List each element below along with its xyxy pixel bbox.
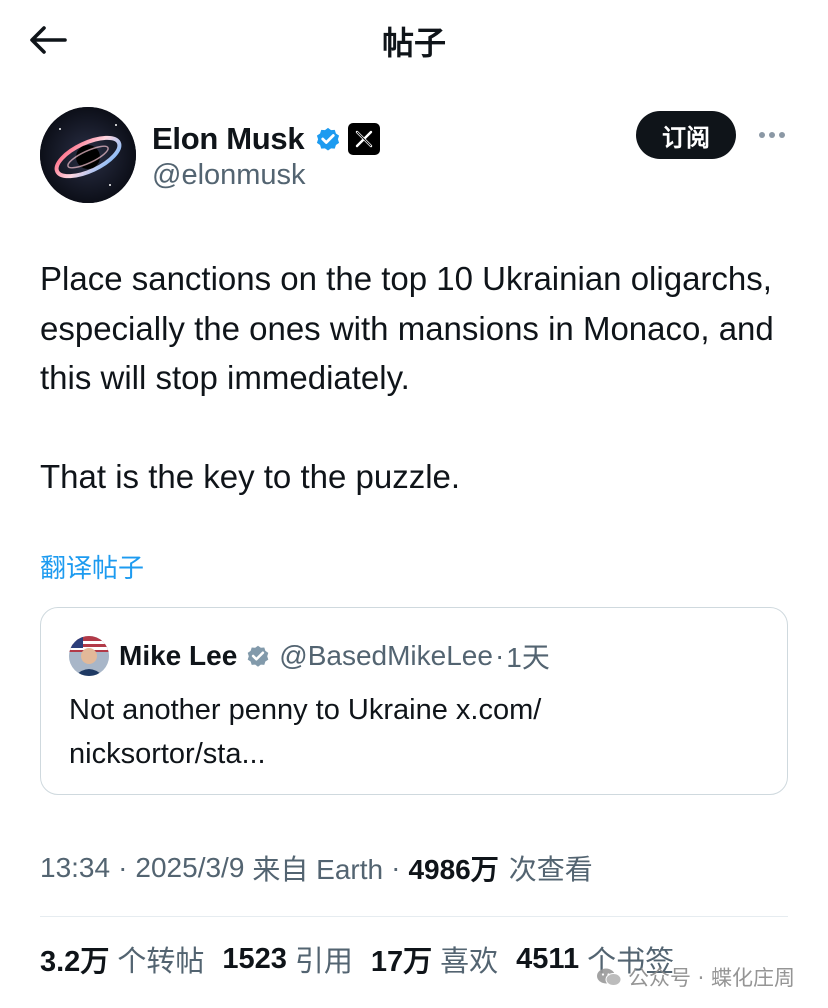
more-options-button[interactable] <box>752 117 792 153</box>
quoted-post-card[interactable]: Mike Lee @BasedMikeLee · 1天 Not another … <box>40 607 788 795</box>
tweet-paragraph: Place sanctions on the top 10 Ukrainian … <box>40 260 774 396</box>
watermark: 公众号 · 蝶化庄周 <box>596 962 795 992</box>
watermark-text: 公众号 · 蝶化庄周 <box>628 966 796 990</box>
author-handle[interactable]: @elonmusk <box>152 159 306 192</box>
author-name[interactable]: Elon Musk <box>152 121 305 157</box>
verified-badge-icon <box>247 645 269 667</box>
likes-label: 喜欢 <box>440 946 499 978</box>
bookmarks-count: 4511 <box>516 942 580 975</box>
top-bar: 帖子 <box>0 0 828 80</box>
quoted-post-text: Not another penny to Ukraine x.com/ nick… <box>69 688 669 776</box>
post-date: 2025/3/9 <box>135 852 245 883</box>
tweet-paragraph: That is the key to the puzzle. <box>40 457 461 495</box>
separator-dot: · <box>118 852 128 883</box>
views-count[interactable]: 4986万 <box>408 848 498 888</box>
quoted-author-name: Mike Lee <box>119 640 238 671</box>
wechat-icon <box>597 968 622 986</box>
post-source: 来自 Earth <box>252 854 384 885</box>
translate-post-link[interactable]: 翻译帖子 <box>40 548 144 585</box>
quotes-stat[interactable]: 1523 引用 <box>222 938 353 980</box>
verified-badge-icon <box>317 127 340 151</box>
quoted-text-line: nicksortor/sta... <box>69 738 266 770</box>
quoted-author-handle: @BasedMikeLee <box>279 640 493 671</box>
more-horizontal-icon <box>759 132 765 138</box>
quoted-text-line: Not another penny to Ukraine x.com/ <box>69 694 542 726</box>
quoted-avatar <box>69 636 109 676</box>
views-label: 次查看 <box>508 854 593 885</box>
reposts-stat[interactable]: 3.2万 个转帖 <box>40 938 204 980</box>
divider <box>40 916 788 917</box>
separator-dot: · <box>494 640 505 671</box>
likes-stat[interactable]: 17万 喜欢 <box>371 938 498 980</box>
likes-count: 17万 <box>370 946 433 978</box>
post-time: 13:34 <box>40 852 111 883</box>
quotes-label: 引用 <box>294 946 353 978</box>
page-title: 帖子 <box>381 24 446 62</box>
quoted-post-time: 1天 <box>506 642 550 673</box>
author-row: Elon Musk @elonmusk 订阅 <box>40 107 790 203</box>
reposts-label: 个转帖 <box>117 946 205 978</box>
subscribe-button[interactable]: 订阅 <box>636 111 736 159</box>
avatar[interactable] <box>40 107 136 203</box>
separator-dot: · <box>391 852 401 883</box>
x-logo-icon <box>348 123 381 155</box>
reposts-count: 3.2万 <box>40 946 110 978</box>
quotes-count: 1523 <box>222 942 287 975</box>
post-meta: 13:34 · 2025/3/9 来自 Earth · 4986万 次查看 <box>40 848 593 888</box>
tweet-text: Place sanctions on the top 10 Ukrainian … <box>40 254 800 501</box>
engagement-stats: 3.2万 个转帖 1523 引用 17万 喜欢 4511 个书签 <box>40 938 692 980</box>
